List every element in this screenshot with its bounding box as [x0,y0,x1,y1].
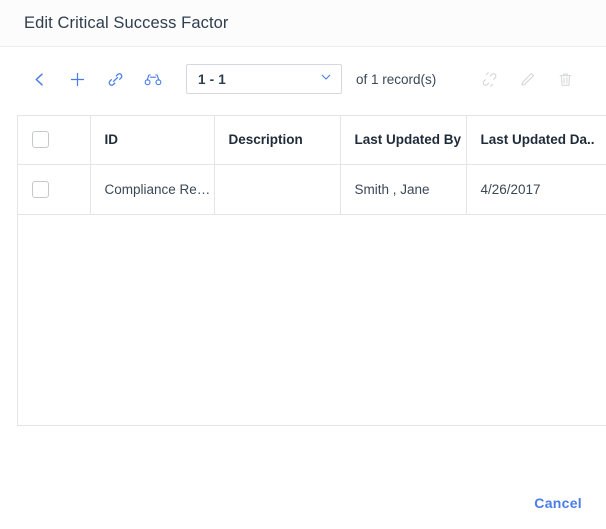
records-table: ID Description Last Updated By Last Upda… [18,116,606,215]
add-record-button[interactable] [62,64,92,94]
plus-icon [69,71,86,88]
table-header-row: ID Description Last Updated By Last Upda… [18,116,606,165]
column-header-last-updated-by[interactable]: Last Updated By [340,116,467,165]
cell-description[interactable] [214,164,341,215]
select-all-checkbox[interactable] [32,131,49,149]
back-chevron-icon [31,71,48,88]
record-range-select[interactable]: 1 - 1 [186,64,342,94]
row-checkbox[interactable] [32,180,49,198]
binoculars-icon [144,71,162,88]
select-all-header [18,116,91,165]
grid-toolbar: 1 - 1 of 1 record(s) [0,47,606,111]
records-grid: ID Description Last Updated By Last Upda… [17,115,606,426]
table-row[interactable]: Compliance Repo... Smith , Jane 4/26/201… [18,164,606,215]
back-button[interactable] [24,64,54,94]
dialog-footer: Cancel [0,476,606,529]
cell-last-updated-by[interactable]: Smith , Jane [340,164,467,215]
column-header-id[interactable]: ID [90,116,215,165]
find-records-button[interactable] [138,64,168,94]
column-header-last-updated-date[interactable]: Last Updated Da.. [466,116,606,165]
record-count-label: of 1 record(s) [356,71,437,87]
record-range-value: 1 - 1 [198,71,227,87]
delete-record-button [550,64,580,94]
edit-record-button [512,64,542,94]
cell-last-updated-date[interactable]: 4/26/2017 [466,164,606,215]
link-record-button[interactable] [100,64,130,94]
column-header-description[interactable]: Description [214,116,341,165]
table-body: Compliance Repo... Smith , Jane 4/26/201… [18,164,606,215]
dialog-header: Edit Critical Success Factor [0,0,606,47]
link-icon [107,71,124,88]
unlink-record-button [474,64,504,94]
row-select-cell [18,164,91,215]
trash-icon [557,71,574,88]
pencil-icon [519,71,536,88]
cell-id[interactable]: Compliance Repo... [90,164,215,215]
page-title: Edit Critical Success Factor [24,13,229,32]
cancel-button[interactable]: Cancel [534,495,582,511]
unlink-icon [481,71,498,88]
chevron-down-icon [319,70,333,89]
table-head: ID Description Last Updated By Last Upda… [18,116,606,165]
